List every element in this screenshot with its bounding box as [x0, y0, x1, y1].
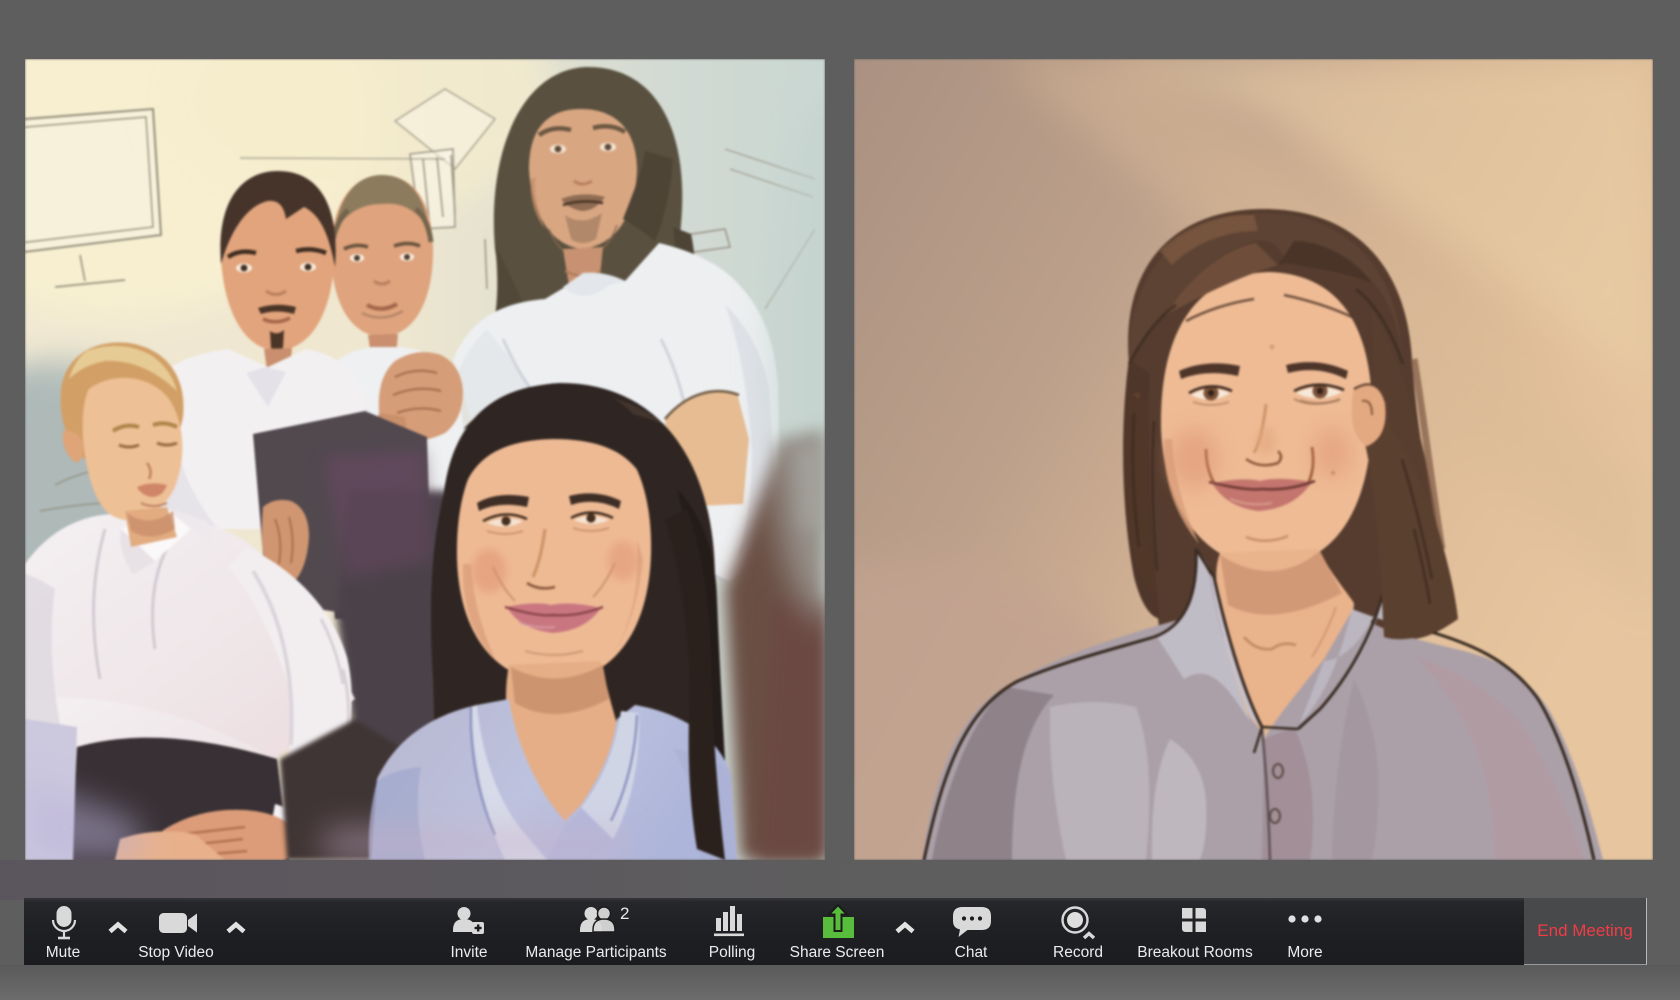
- svg-text:2: 2: [620, 904, 629, 923]
